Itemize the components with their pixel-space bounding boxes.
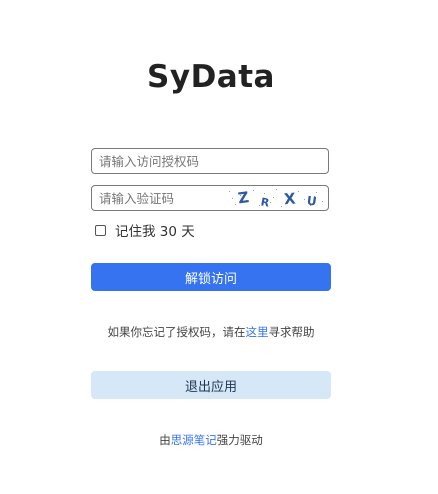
unlock-button[interactable]: 解锁访问 bbox=[91, 263, 331, 291]
footer-text: 由思源笔记强力驱动 bbox=[0, 432, 422, 448]
footer-suffix: 强力驱动 bbox=[216, 433, 263, 447]
captcha-char: R bbox=[260, 195, 271, 209]
help-link[interactable]: 这里 bbox=[246, 325, 269, 339]
help-prefix: 如果你忘记了授权码，请在 bbox=[107, 325, 246, 339]
app-title: SyData bbox=[147, 59, 275, 95]
captcha-image[interactable]: Z R X U bbox=[226, 187, 326, 209]
help-text: 如果你忘记了授权码，请在这里寻求帮助 bbox=[0, 324, 422, 340]
siyuan-link[interactable]: 思源笔记 bbox=[171, 433, 217, 447]
unlock-page: SyData Z R X U bbox=[0, 0, 438, 494]
remember-me[interactable]: 记住我 30 天 bbox=[95, 221, 195, 240]
captcha-input[interactable] bbox=[92, 186, 222, 210]
captcha-char: X bbox=[283, 189, 296, 208]
auth-code-field[interactable] bbox=[91, 148, 329, 174]
remember-checkbox[interactable] bbox=[95, 224, 106, 236]
captcha-char: Z bbox=[237, 188, 250, 207]
exit-app-button[interactable]: 退出应用 bbox=[91, 371, 331, 399]
auth-code-input[interactable] bbox=[92, 149, 328, 173]
captcha-field[interactable]: Z R X U bbox=[91, 185, 329, 211]
footer-prefix: 由 bbox=[159, 433, 171, 447]
captcha-char: U bbox=[306, 194, 318, 209]
remember-label: 记住我 30 天 bbox=[115, 224, 195, 240]
help-suffix: 寻求帮助 bbox=[268, 325, 315, 339]
